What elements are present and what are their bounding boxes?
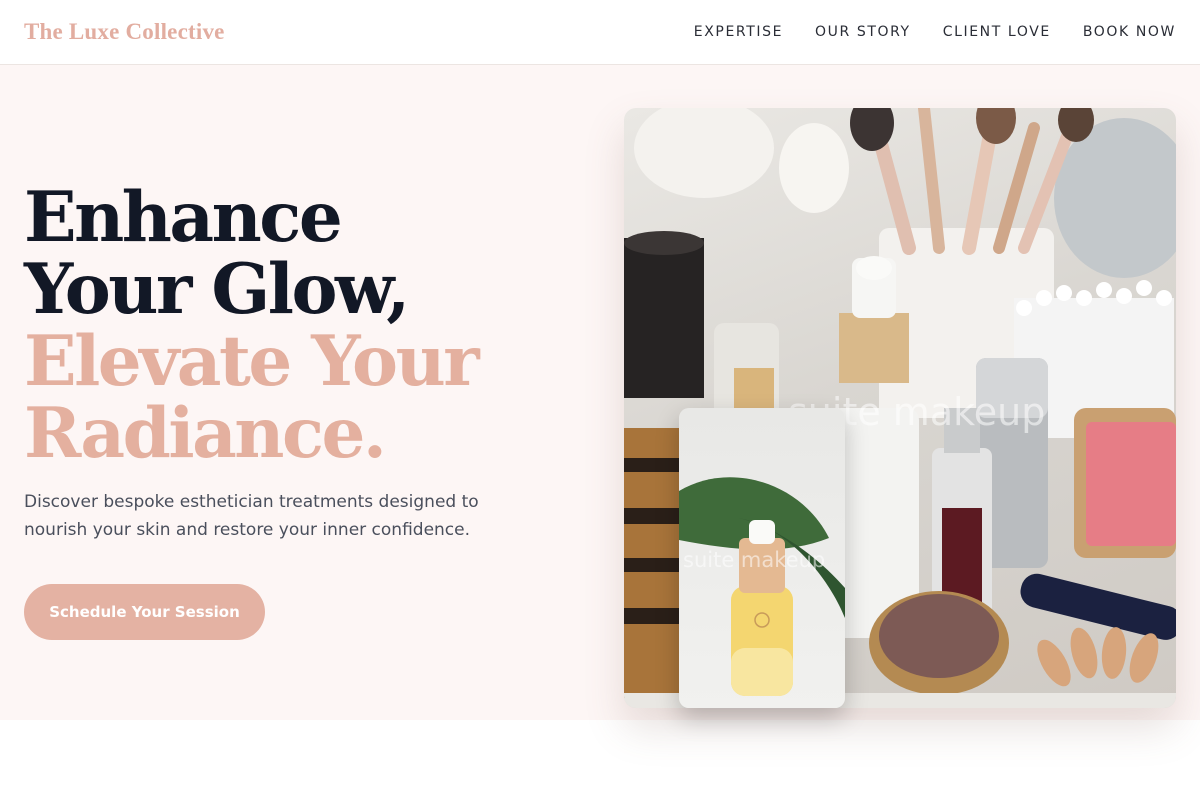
headline-line-1: Enhance Your Glow,: [24, 177, 410, 330]
site-header: The Luxe Collective EXPERTISE OUR STORY …: [0, 0, 1200, 65]
nav-our-story[interactable]: OUR STORY: [815, 24, 911, 40]
hero-section: Enhance Your Glow, Elevate Your Radiance…: [0, 65, 1200, 720]
nav-book-now[interactable]: BOOK NOW: [1083, 24, 1176, 40]
schedule-session-button[interactable]: Schedule Your Session: [24, 584, 265, 640]
main-nav: EXPERTISE OUR STORY CLIENT LOVE BOOK NOW: [694, 24, 1176, 40]
hero-subtext: Discover bespoke esthetician treatments …: [24, 492, 479, 540]
hero-headline: Enhance Your Glow, Elevate Your Radiance…: [24, 182, 524, 470]
nav-expertise[interactable]: EXPERTISE: [694, 24, 783, 40]
brand-logo[interactable]: The Luxe Collective: [24, 19, 225, 45]
serum-inset-photo: suite makeup: [679, 408, 845, 708]
headline-line-2: Elevate Your Radiance.: [24, 321, 480, 474]
nav-client-love[interactable]: CLIENT LOVE: [943, 24, 1051, 40]
